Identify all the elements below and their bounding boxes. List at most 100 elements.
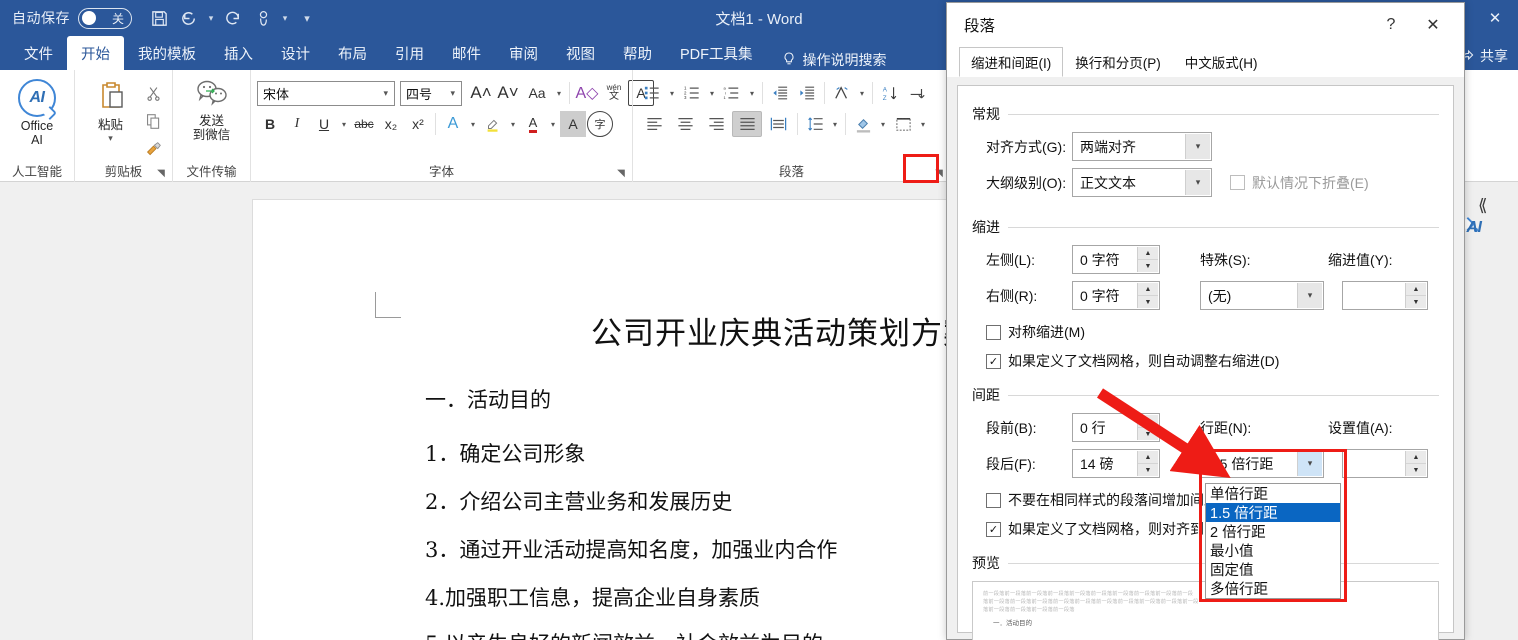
spin-down-icon[interactable]: ▼ (1406, 463, 1426, 476)
office-ai-button[interactable]: AI Office AI (6, 75, 68, 147)
send-to-wechat-button[interactable]: 发送 到微信 (180, 75, 244, 142)
undo-icon[interactable] (174, 3, 204, 33)
underline-icon[interactable]: U (311, 111, 337, 137)
help-icon[interactable]: ? (1370, 8, 1412, 42)
spin-down-icon[interactable]: ▼ (1138, 295, 1158, 308)
option-multiple[interactable]: 多倍行距 (1206, 579, 1340, 598)
line-spacing-dropdown-icon[interactable]: ▾ (1297, 451, 1322, 476)
format-painter-icon[interactable] (140, 136, 166, 162)
phonetic-guide-icon[interactable]: wén 文 (601, 80, 627, 106)
font-dialog-launcher[interactable]: ◥ (614, 166, 628, 180)
text-effects-dropdown-icon[interactable]: ▾ (467, 120, 479, 129)
touch-mode-icon[interactable] (248, 3, 278, 33)
align-right-icon[interactable] (701, 111, 731, 137)
clear-formatting-icon[interactable]: A◇ (574, 80, 600, 106)
indent-right-spinner[interactable]: 0 字符 ▲ ▼ (1072, 281, 1160, 310)
change-case-dropdown-icon[interactable]: ▾ (553, 89, 565, 98)
tab-file[interactable]: 文件 (10, 36, 67, 70)
asian-layout-dropdown-icon[interactable]: ▾ (856, 89, 868, 98)
line-spacing-icon[interactable] (802, 111, 828, 137)
paragraph-dialog-launcher[interactable]: ◥ (932, 166, 946, 180)
indent-right-spin-buttons[interactable]: ▲ ▼ (1137, 283, 1158, 308)
multilevel-list-dropdown-icon[interactable]: ▾ (746, 89, 758, 98)
outline-level-dropdown-icon[interactable]: ▾ (1185, 170, 1210, 195)
outline-level-combo[interactable]: 正文文本 ▾ (1072, 168, 1212, 197)
paste-button[interactable]: 粘贴 ▾ (81, 75, 140, 143)
increase-indent-icon[interactable] (794, 80, 820, 106)
font-family-combo[interactable]: 宋体 ▾ (257, 80, 395, 106)
option-exactly[interactable]: 固定值 (1206, 560, 1340, 579)
bullet-list-icon[interactable] (639, 80, 665, 106)
spin-up-icon[interactable]: ▲ (1406, 451, 1426, 463)
indent-by-spin-buttons[interactable]: ▲ ▼ (1405, 283, 1426, 308)
redo-icon[interactable] (218, 3, 248, 33)
tab-design[interactable]: 设计 (267, 36, 324, 70)
spin-up-icon[interactable]: ▲ (1138, 451, 1158, 463)
tab-mailings[interactable]: 邮件 (438, 36, 495, 70)
space-before-spin-buttons[interactable]: ▲ ▼ (1137, 415, 1158, 440)
spin-up-icon[interactable]: ▲ (1138, 415, 1158, 427)
change-case-icon[interactable]: Aa (522, 80, 552, 106)
font-color-dropdown-icon[interactable]: ▾ (547, 120, 559, 129)
show-marks-icon[interactable] (904, 80, 930, 106)
spacing-at-spinner[interactable]: ▲ ▼ (1342, 449, 1428, 478)
space-after-spinner[interactable]: 14 磅 ▲ ▼ (1072, 449, 1160, 478)
spin-down-icon[interactable]: ▼ (1138, 427, 1158, 440)
bold-icon[interactable]: B (257, 111, 283, 137)
font-size-combo[interactable]: 四号 ▾ (400, 80, 462, 106)
indent-left-spin-buttons[interactable]: ▲ ▼ (1137, 247, 1158, 272)
numbered-list-dropdown-icon[interactable]: ▾ (706, 89, 718, 98)
underline-dropdown-icon[interactable]: ▾ (338, 120, 350, 129)
save-icon[interactable] (144, 3, 174, 33)
share-button[interactable]: 共享 (1459, 46, 1508, 66)
spin-down-icon[interactable]: ▼ (1406, 295, 1426, 308)
spin-up-icon[interactable]: ▲ (1138, 247, 1158, 259)
undo-dropdown-icon[interactable]: ▾ (204, 3, 218, 33)
alignment-dropdown-icon[interactable]: ▾ (1185, 134, 1210, 159)
spin-up-icon[interactable]: ▲ (1406, 283, 1426, 295)
close-icon[interactable]: ✕ (1472, 0, 1518, 36)
align-center-icon[interactable] (670, 111, 700, 137)
tab-pdf-tools[interactable]: PDF工具集 (666, 36, 767, 70)
numbered-list-icon[interactable]: 123 (679, 80, 705, 106)
bullet-list-dropdown-icon[interactable]: ▾ (666, 89, 678, 98)
option-1-5-lines[interactable]: 1.5 倍行距 (1206, 503, 1340, 522)
space-before-spinner[interactable]: 0 行 ▲ ▼ (1072, 413, 1160, 442)
mirror-indents-checkbox[interactable]: 对称缩进(M) (972, 322, 1439, 342)
tab-home[interactable]: 开始 (67, 36, 124, 70)
dialog-close-icon[interactable]: ✕ (1412, 8, 1454, 42)
line-spacing-combo[interactable]: 1.5 倍行距 ▾ (1200, 449, 1324, 478)
alignment-combo[interactable]: 两端对齐 ▾ (1072, 132, 1212, 161)
touch-mode-dropdown-icon[interactable]: ▾ (278, 3, 292, 33)
autofit-right-indent-checkbox[interactable]: ✓ 如果定义了文档网格，则自动调整右缩进(D) (972, 351, 1439, 371)
font-color-icon[interactable]: A (520, 111, 546, 137)
superscript-icon[interactable]: x² (405, 111, 431, 137)
sort-icon[interactable]: AZ (877, 80, 903, 106)
shading-dropdown-icon[interactable]: ▾ (877, 120, 889, 129)
decrease-indent-icon[interactable] (767, 80, 793, 106)
tell-me-search[interactable]: 操作说明搜索 (767, 50, 887, 70)
spacing-at-spin-buttons[interactable]: ▲ ▼ (1405, 451, 1426, 476)
font-family-dropdown-icon[interactable]: ▾ (379, 88, 392, 99)
distribute-icon[interactable] (763, 111, 793, 137)
text-highlight-icon[interactable] (480, 111, 506, 137)
option-single[interactable]: 单倍行距 (1206, 484, 1340, 503)
grow-font-icon[interactable]: A˄ (468, 80, 494, 106)
spin-down-icon[interactable]: ▼ (1138, 463, 1158, 476)
tab-review[interactable]: 审阅 (495, 36, 552, 70)
tab-templates[interactable]: 我的模板 (124, 36, 210, 70)
enclose-characters-icon[interactable]: 字 (587, 111, 613, 137)
tab-line-and-page-breaks[interactable]: 换行和分页(P) (1063, 47, 1173, 77)
option-double[interactable]: 2 倍行距 (1206, 522, 1340, 541)
borders-dropdown-icon[interactable]: ▾ (917, 120, 929, 129)
tab-asian-typography[interactable]: 中文版式(H) (1173, 47, 1270, 77)
copy-icon[interactable] (140, 108, 166, 134)
tab-insert[interactable]: 插入 (210, 36, 267, 70)
align-left-icon[interactable] (639, 111, 669, 137)
option-at-least[interactable]: 最小值 (1206, 541, 1340, 560)
collapse-by-default-checkbox[interactable]: 默认情况下折叠(E) (1230, 173, 1369, 193)
asian-layout-icon[interactable] (829, 80, 855, 106)
space-after-spin-buttons[interactable]: ▲ ▼ (1137, 451, 1158, 476)
subscript-icon[interactable]: x₂ (378, 111, 404, 137)
text-effects-icon[interactable]: A (440, 111, 466, 137)
